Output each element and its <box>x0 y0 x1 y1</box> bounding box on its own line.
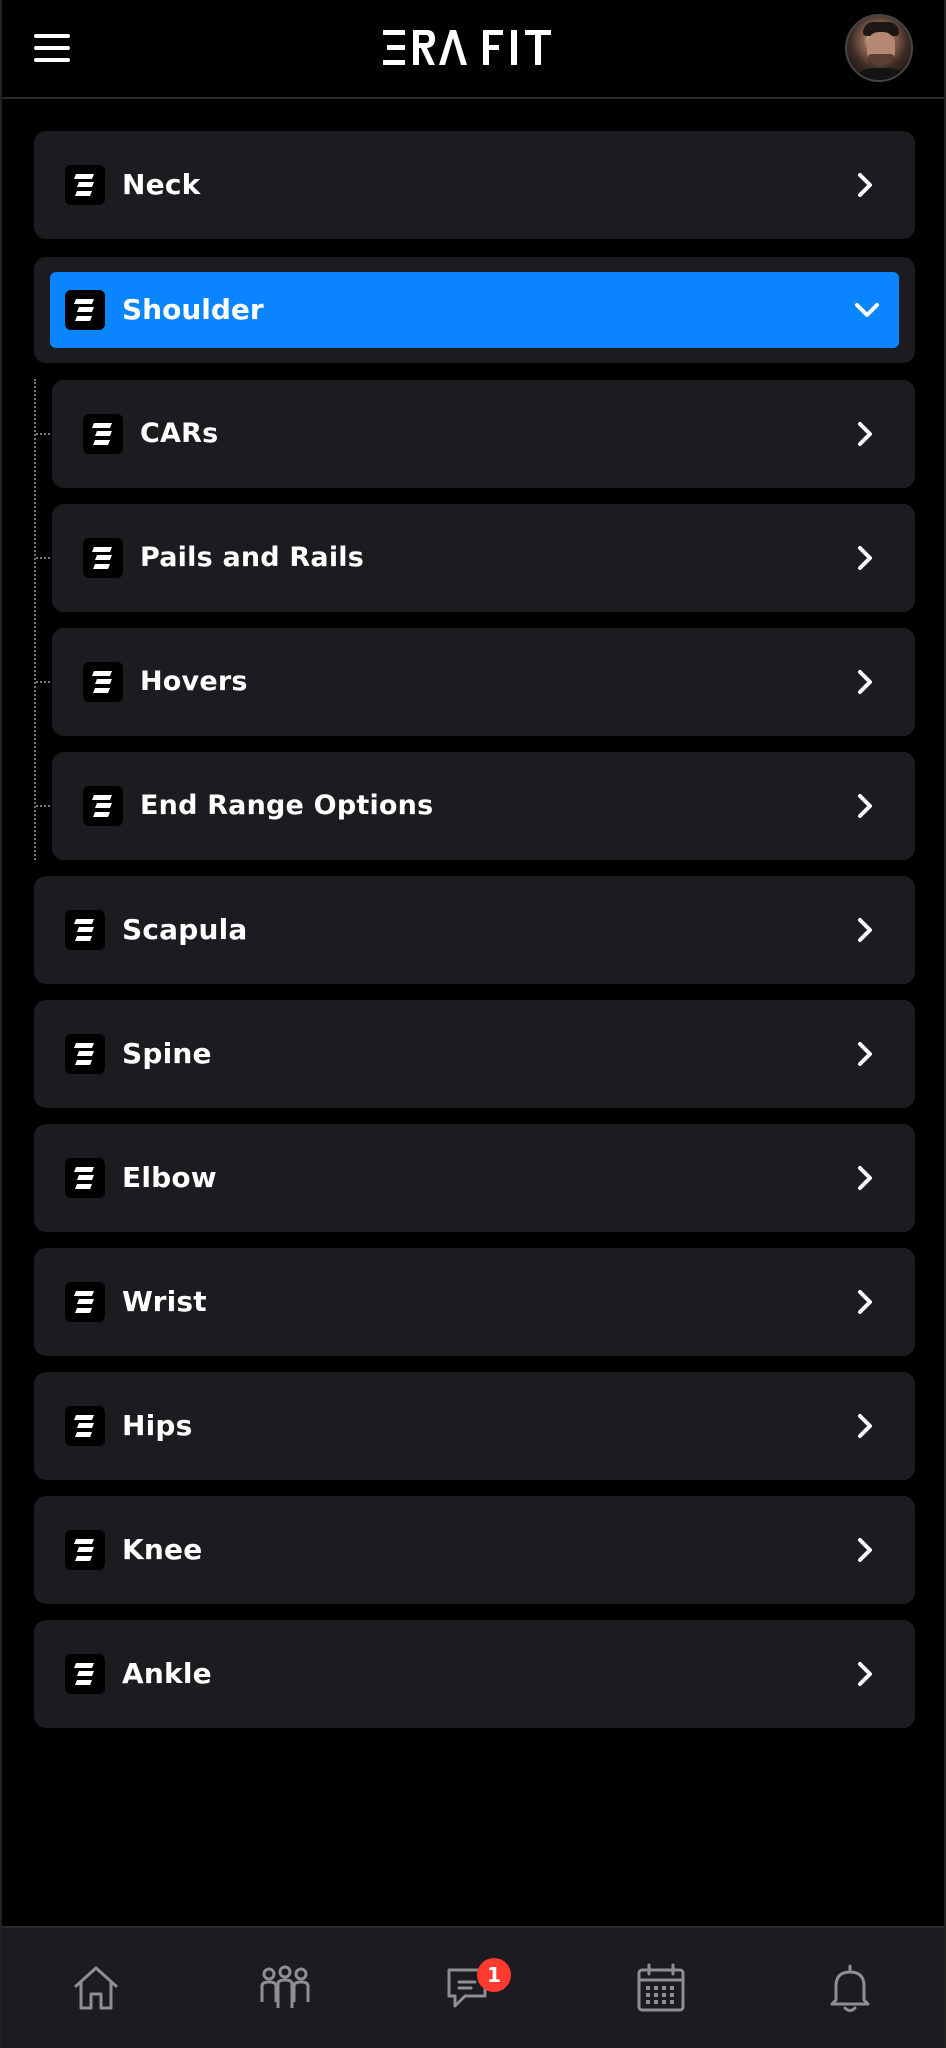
tree-branch <box>36 681 50 683</box>
category-label: Elbow <box>122 1161 217 1194</box>
category-item-elbow[interactable]: Elbow <box>34 1124 915 1232</box>
bell-icon <box>830 1964 870 2012</box>
category-label: Neck <box>122 168 201 201</box>
era-fit-logo <box>383 24 563 72</box>
logo-wordmark-icon <box>383 30 551 65</box>
era-logo-icon <box>65 1034 105 1074</box>
chevron-right-icon <box>858 1414 872 1438</box>
home-icon <box>74 1966 118 2010</box>
tree-connector <box>34 379 36 860</box>
era-logo-icon <box>83 786 123 826</box>
subcategory-label: End Range Options <box>140 790 434 821</box>
chevron-right-icon <box>858 1042 872 1066</box>
subcategory-label: CARs <box>140 418 219 449</box>
tree-branch <box>36 433 50 435</box>
era-logo-icon <box>83 662 123 702</box>
era-logo-icon <box>65 290 105 330</box>
era-logo-icon <box>65 910 105 950</box>
avatar[interactable] <box>845 14 913 82</box>
unread-badge: 1 <box>476 1958 511 1992</box>
nav-notifications[interactable] <box>810 1948 890 2028</box>
subcategory-label: Pails and Rails <box>140 542 365 573</box>
era-logo-icon <box>65 1530 105 1570</box>
chevron-right-icon <box>858 1662 872 1686</box>
category-item-wrist[interactable]: Wrist <box>34 1248 915 1356</box>
chevron-right-icon <box>858 918 872 942</box>
hamburger-menu-icon[interactable] <box>34 34 70 62</box>
era-logo-icon <box>65 165 105 205</box>
category-label: Ankle <box>122 1657 212 1690</box>
calendar-icon <box>637 1963 685 2012</box>
nav-home[interactable] <box>56 1948 136 2028</box>
category-item-scapula[interactable]: Scapula <box>34 876 915 984</box>
era-logo-icon <box>65 1654 105 1694</box>
subcategory-item-hovers[interactable]: Hovers <box>52 628 915 736</box>
chevron-right-icon <box>858 1538 872 1562</box>
category-item-shoulder: Shoulder <box>34 257 915 363</box>
chevron-down-icon <box>855 303 879 317</box>
subcategory-item-end-range-options[interactable]: End Range Options <box>52 752 915 860</box>
nav-community[interactable] <box>245 1948 325 2028</box>
chevron-right-icon <box>858 546 872 570</box>
subcategory-label: Hovers <box>140 666 248 697</box>
era-logo-icon <box>65 1406 105 1446</box>
era-logo-icon <box>83 538 123 578</box>
chevron-right-icon <box>858 794 872 818</box>
chevron-right-icon <box>858 422 872 446</box>
chevron-right-icon <box>858 173 872 197</box>
nav-calendar[interactable] <box>621 1948 701 2028</box>
category-item-knee[interactable]: Knee <box>34 1496 915 1604</box>
tree-branch <box>36 805 50 807</box>
era-logo-icon <box>65 1282 105 1322</box>
top-header <box>2 0 944 99</box>
category-label: Shoulder <box>122 293 264 326</box>
chevron-right-icon <box>858 1290 872 1314</box>
subcategory-item-pails-and-rails[interactable]: Pails and Rails <box>52 504 915 612</box>
category-item-spine[interactable]: Spine <box>34 1000 915 1108</box>
tree-branch <box>36 557 50 559</box>
nav-messages[interactable]: 1 <box>433 1948 513 2028</box>
subcategory-item-cars[interactable]: CARs <box>52 380 915 488</box>
category-header-shoulder[interactable]: Shoulder <box>50 272 899 348</box>
category-item-hips[interactable]: Hips <box>34 1372 915 1480</box>
category-label: Scapula <box>122 913 248 946</box>
era-logo-icon <box>65 1158 105 1198</box>
category-label: Spine <box>122 1037 212 1070</box>
category-item-ankle[interactable]: Ankle <box>34 1620 915 1728</box>
category-item-neck[interactable]: Neck <box>34 131 915 239</box>
community-icon <box>260 1965 310 2008</box>
chevron-right-icon <box>858 1166 872 1190</box>
category-label: Hips <box>122 1409 193 1442</box>
category-label: Knee <box>122 1533 203 1566</box>
app-root: Neck Shoulder CARs Pails and Rails Hover… <box>0 0 946 2048</box>
category-label: Wrist <box>122 1285 207 1318</box>
bottom-navigation: 1 <box>2 1926 944 2048</box>
chevron-right-icon <box>858 670 872 694</box>
era-logo-icon <box>83 414 123 454</box>
